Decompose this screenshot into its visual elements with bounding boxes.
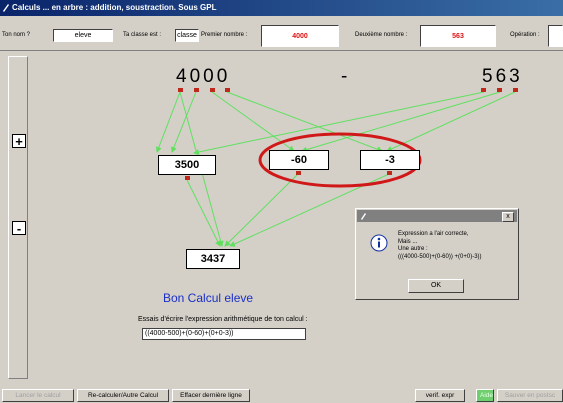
title-bar: Calculs ... en arbre : addition, soustra… xyxy=(0,0,563,16)
first-number-display: 4000 xyxy=(176,66,231,87)
operation-field[interactable] xyxy=(548,25,563,47)
operation-label: Opération : xyxy=(510,32,540,38)
recalculate-button[interactable]: Re-calculer/Autre Calcul xyxy=(77,389,169,402)
name-label: Ton nom ? xyxy=(2,32,31,38)
launch-calc-button[interactable]: Lancer le calcul xyxy=(2,389,74,402)
info-icon xyxy=(370,234,388,252)
left-rail: + - xyxy=(2,56,32,386)
info-dialog: x Expression a l'air correcte, Mais ... … xyxy=(355,208,519,300)
dialog-app-icon xyxy=(361,213,366,220)
bottom-toolbar: Lancer le calcul Re-calculer/Autre Calcu… xyxy=(0,388,563,403)
result-box[interactable]: 3437 xyxy=(186,249,240,269)
dialog-line-2: Mais ... xyxy=(398,238,418,245)
node-box-3500[interactable]: 3500 xyxy=(158,155,216,175)
app-icon xyxy=(3,4,9,12)
dialog-line-4: (((4000-500)+(0-60)) +(0+0)-3)) xyxy=(398,253,482,260)
dialog-title-bar: x xyxy=(357,210,517,222)
feedback-message: Bon Calcul eleve xyxy=(163,291,254,305)
minus-button[interactable]: - xyxy=(12,221,26,235)
verify-expression-button[interactable]: verif. expr xyxy=(415,389,465,402)
second-number-display: 563 xyxy=(482,66,523,87)
erase-last-line-button[interactable]: Effacer dernière ligne xyxy=(172,389,250,402)
name-field[interactable]: eleve xyxy=(53,29,113,42)
dialog-close-button[interactable]: x xyxy=(502,212,514,222)
window-title: Calculs ... en arbre : addition, soustra… xyxy=(12,3,217,12)
save-postscript-button[interactable]: Sauver en postsc xyxy=(497,389,563,402)
class-label: Ta classe est : xyxy=(123,32,162,38)
class-field[interactable]: classe xyxy=(175,29,199,42)
plus-button[interactable]: + xyxy=(12,134,26,148)
node-box-minus-3[interactable]: -3 xyxy=(360,150,420,170)
dialog-line-1: Expression a l'air correcte, xyxy=(398,231,469,237)
first-number-field[interactable]: 4000 xyxy=(261,25,339,47)
left-rail-frame xyxy=(8,56,28,379)
node-box-minus-60[interactable]: -60 xyxy=(269,150,329,170)
operator-display: - xyxy=(341,66,348,87)
dialog-message: Expression a l'air correcte, Mais ... Un… xyxy=(398,231,482,261)
second-number-field[interactable]: 563 xyxy=(420,25,496,47)
second-number-label: Deuxième nombre : xyxy=(355,32,408,38)
dialog-line-3: Une autre : xyxy=(398,246,428,252)
top-input-bar: Ton nom ? eleve Ta classe est : classe P… xyxy=(0,16,563,51)
expression-input[interactable]: ((4000-500)+(0-60)+(0+0-3)) xyxy=(142,328,306,340)
first-number-label: Premier nombre : xyxy=(201,32,248,38)
expression-prompt: Essais d'écrire l'expression arithmétiqu… xyxy=(138,316,308,323)
ok-button[interactable]: OK xyxy=(408,279,464,293)
help-button[interactable]: Aide xyxy=(476,389,494,402)
